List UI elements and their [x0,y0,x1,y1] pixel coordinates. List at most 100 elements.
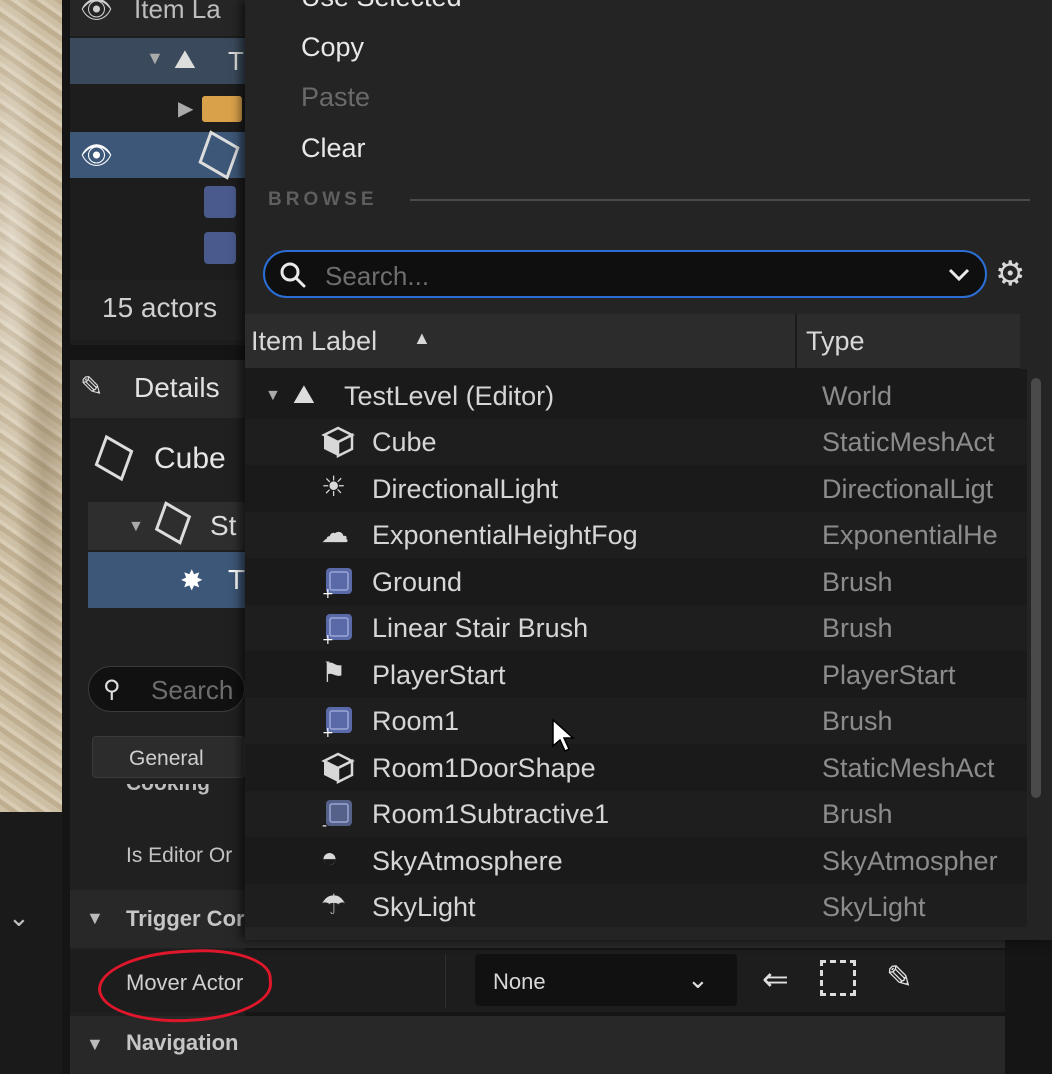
list-item[interactable]: Room1DoorShape StaticMeshAct [245,745,1027,791]
list-item[interactable]: + Linear Stair Brush Brush [245,605,1027,651]
list-item-type: Brush [822,706,893,736]
list-item[interactable]: ☀ DirectionalLight DirectionalLigt [245,466,1027,512]
eyedropper-icon[interactable]: ✎ [886,958,913,996]
search-placeholder: Search [151,675,234,705]
level-icon: ⛰ [174,44,196,74]
section-navigation[interactable]: ▼ Navigation [70,1016,1005,1074]
list-item-type: StaticMeshAct [822,427,995,457]
triangle-down-icon[interactable]: ▼ [146,48,164,69]
section-cooking[interactable]: Cooking [70,784,245,802]
sort-ascending-icon: ▲ [413,328,431,348]
list-item-label: PlayerStart [372,659,506,690]
column-item-label[interactable]: Item Label [251,326,377,357]
viewport[interactable] [0,0,62,812]
list-item-label: Ground [372,566,463,597]
is-editor-only-label: Is Editor Or [126,844,233,867]
menu-item-clear[interactable]: Clear [301,133,366,164]
chevron-down-icon[interactable] [947,266,971,284]
list-header: Item Label ▲ Type [245,314,1020,369]
column-type[interactable]: Type [806,326,865,357]
triangle-down-icon[interactable]: ▼ [265,387,281,405]
level-icon: ⛰ [293,379,315,409]
component-label: T [228,564,246,595]
triangle-down-icon[interactable]: ▼ [128,518,144,536]
search-icon: ⚲ [103,676,121,703]
use-selected-arrow-icon[interactable]: ⇐ [762,960,789,998]
component-label: St [210,510,237,541]
actor-search-input[interactable]: Search... [263,250,987,298]
folder-icon [202,96,242,122]
triangle-down-icon[interactable]: ▼ [86,1034,104,1055]
brush-icon: + [321,611,357,648]
brush-icon [204,232,236,264]
list-item-type: Brush [822,799,893,829]
static-mesh-icon [321,751,357,785]
eye-icon[interactable]: 👁 [80,140,113,171]
outliner-row-folder[interactable]: ▶ [70,86,245,132]
svg-text:+: + [322,725,334,738]
chevron-down-icon[interactable]: ⌄ [8,902,30,933]
list-item[interactable]: + Room1 Brush [245,698,1027,744]
list-item[interactable]: + Ground Brush [245,559,1027,605]
list-item-label: SkyAtmosphere [372,845,563,876]
actor-list: ▼ ⛰ TestLevel (Editor) World Cube StaticM… [245,369,1027,927]
static-mesh-icon [154,501,192,545]
list-item[interactable]: - Room1Subtractive1 Brush [245,791,1027,837]
list-item-type: StaticMeshAct [822,752,995,783]
details-tab-label: Details [134,372,220,403]
svg-text:+: + [322,632,334,645]
menu-item-use-selected[interactable]: Use Selected [301,0,462,13]
component-row-selected[interactable]: ✸ T [88,552,245,608]
list-item-label: Room1DoorShape [372,752,596,783]
mouse-cursor-icon [552,718,575,753]
outliner-header-label: Item La [134,0,221,24]
dropdown-value: None [493,969,546,994]
outliner-row-selected[interactable]: 👁 [70,130,245,180]
section-label: Trigger Cor [126,906,245,931]
list-item[interactable]: ◓ SkyAtmosphere SkyAtmospher [245,838,1027,884]
brush-icon: + [321,565,357,602]
static-mesh-icon [94,434,134,482]
sky-light-icon: ☂ [321,889,347,920]
gear-icon[interactable]: ⚙ [995,254,1025,294]
details-tab[interactable]: ✎ Details [70,360,245,418]
brush-subtractive-icon: - [321,797,357,834]
list-item-label: Linear Stair Brush [372,613,589,643]
list-item[interactable]: ⚑ PlayerStart PlayerStart [245,652,1027,698]
static-mesh-icon [198,130,240,180]
list-item[interactable]: ☂ SkyLight SkyLight [245,884,1027,927]
list-item-label: Room1Subtractive1 [372,799,610,829]
list-item-label: Cube [372,427,437,457]
list-item-type: DirectionalLigt [822,473,994,504]
list-item-label: SkyLight [372,892,476,922]
browse-to-asset-icon[interactable] [820,960,856,996]
brush-icon [204,186,236,218]
outliner-row-level[interactable]: ▼ ⛰ T [70,38,245,84]
list-item-type: Brush [822,566,893,597]
list-item-label: Room1 [372,706,460,736]
eye-icon[interactable]: 👁 [80,0,113,25]
menu-item-paste[interactable]: Paste [301,82,370,113]
category-general-button[interactable]: General [92,736,245,778]
details-search-input[interactable]: ⚲ Search [88,666,245,712]
menu-item-copy[interactable]: Copy [301,32,364,63]
brush-icon: + [321,704,357,741]
list-item[interactable]: ☁ ExponentialHeightFog ExponentialHe [245,512,1027,558]
section-label: Navigation [126,1030,239,1055]
triangle-down-icon[interactable]: ▼ [86,908,104,929]
outliner-row[interactable] [70,180,245,226]
list-item[interactable]: Cube StaticMeshAct [245,419,1027,465]
static-mesh-icon [321,425,357,459]
list-item-root[interactable]: ▼ ⛰ TestLevel (Editor) World [245,373,1027,419]
category-label: General [129,747,204,770]
outliner-row[interactable] [70,226,245,272]
component-row[interactable]: ▼ St [88,501,245,550]
triangle-right-icon[interactable]: ▶ [178,96,193,121]
fog-icon: ☁ [321,517,349,548]
section-label: Cooking [126,784,210,796]
mover-actor-dropdown[interactable]: None ⌄ [475,954,737,1006]
list-item-type: SkyLight [822,892,926,922]
scrollbar[interactable] [1031,378,1041,798]
svg-text:-: - [322,818,327,831]
left-panel-bottom: ⌄ [0,812,62,1074]
